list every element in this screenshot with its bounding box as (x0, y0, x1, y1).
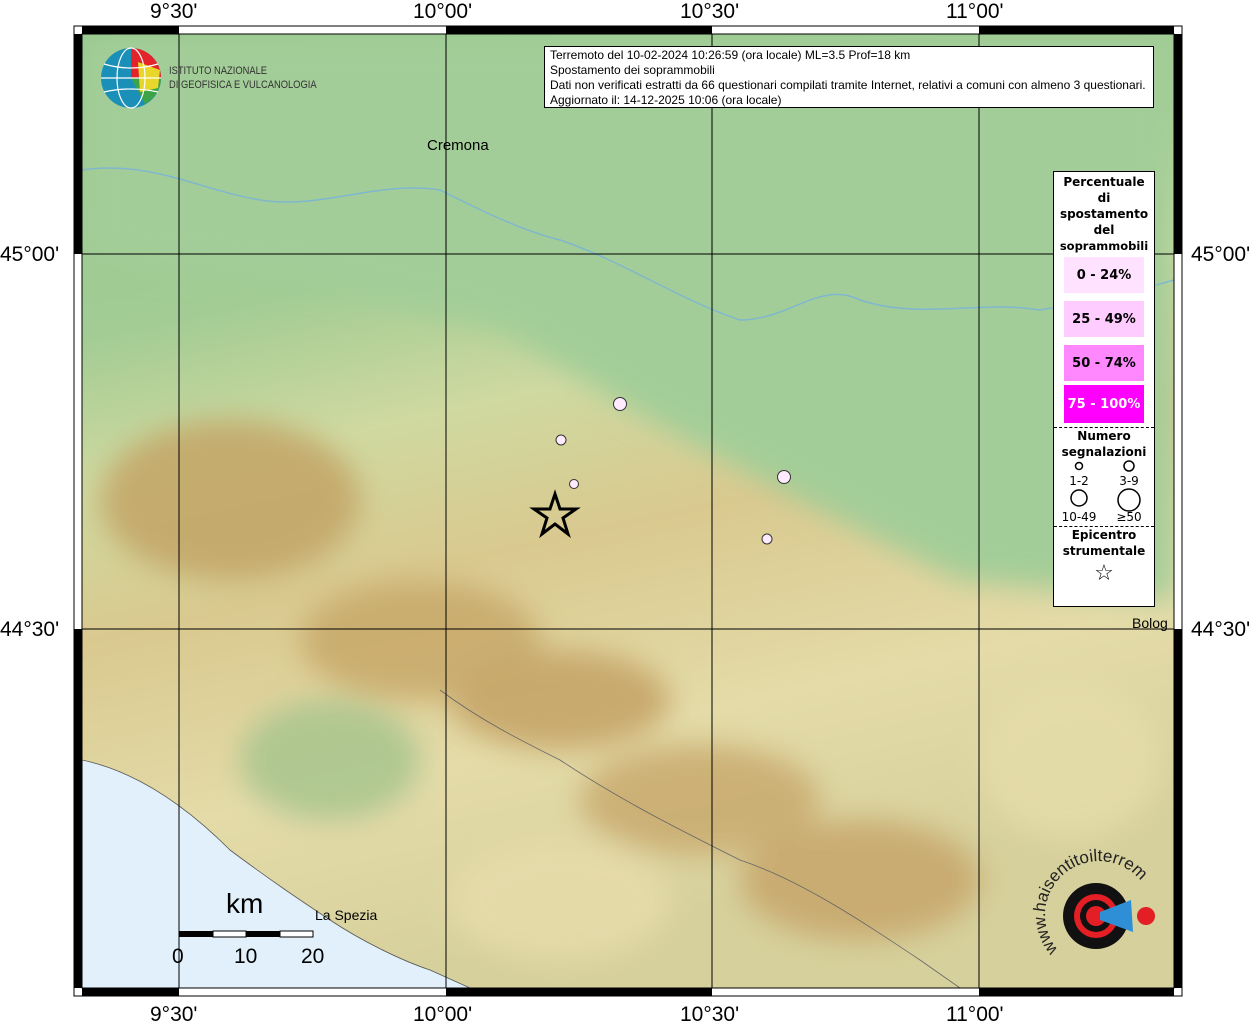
legend-count-title: Numero segnalazioni (1061, 429, 1147, 459)
scale-bar (179, 930, 314, 938)
legend-title: Percentuale di spostamento del soprammob… (1059, 175, 1149, 253)
lat-tick-left: 45°00' (0, 243, 60, 266)
lon-tick-top: 9°30' (150, 0, 198, 23)
place-la-spezia: La Spezia (315, 907, 378, 923)
legend-class: 0 - 24% (1064, 257, 1144, 293)
scale-label: 0 (172, 945, 184, 968)
lon-tick-top: 10°30' (680, 0, 740, 23)
data-point (569, 479, 579, 489)
data-point (777, 470, 791, 484)
data-point (761, 533, 773, 545)
lon-tick-bottom: 10°30' (680, 1003, 740, 1026)
lat-tick-left: 44°30' (0, 618, 60, 641)
event-title: Terremoto del 10-02-2024 10:26:59 (ora l… (550, 48, 911, 62)
data-point (613, 397, 627, 411)
updated-time: Aggiornato il: 14-12-2025 10:06 (ora loc… (550, 93, 782, 107)
lon-tick-bottom: 11°00' (946, 1003, 1004, 1026)
lat-tick-right: 45°00' (1191, 243, 1251, 266)
ingv-logo-text: ISTITUTO NAZIONALE DI GEOFISICA E VULCAN… (169, 65, 317, 91)
scale-unit: km (226, 888, 264, 919)
legend-count-sizes: 1-2 3-9 10-49 ≥50 (1054, 460, 1154, 524)
lat-tick-right: 44°30' (1191, 618, 1251, 641)
legend-class: 50 - 74% (1064, 345, 1144, 381)
legend-star-icon: ☆ (1094, 561, 1114, 586)
place-bologna: Bolog (1132, 615, 1168, 631)
data-point (555, 434, 567, 446)
place-cremona: Cremona (427, 137, 489, 154)
lon-tick-bottom: 10°00' (413, 1003, 473, 1026)
legend-class: 25 - 49% (1064, 301, 1144, 337)
lon-tick-top: 10°00' (413, 0, 473, 23)
ingv-logo (101, 47, 161, 109)
lon-tick-top: 11°00' (946, 0, 1004, 23)
legend-epicenter-title: Epicentro strumentale (1062, 528, 1146, 558)
legend: Percentuale di spostamento del soprammob… (1053, 171, 1155, 607)
legend-class: 75 - 100% (1064, 385, 1144, 423)
data-note: Dati non verificati estratti da 66 quest… (550, 78, 1146, 92)
lon-tick-bottom: 9°30' (150, 1003, 198, 1026)
event-info-box: Terremoto del 10-02-2024 10:26:59 (ora l… (544, 46, 1154, 108)
scale-label: 10 (234, 945, 258, 968)
scale-label: 20 (301, 945, 325, 968)
map-subject: Spostamento dei soprammobili (550, 63, 715, 77)
